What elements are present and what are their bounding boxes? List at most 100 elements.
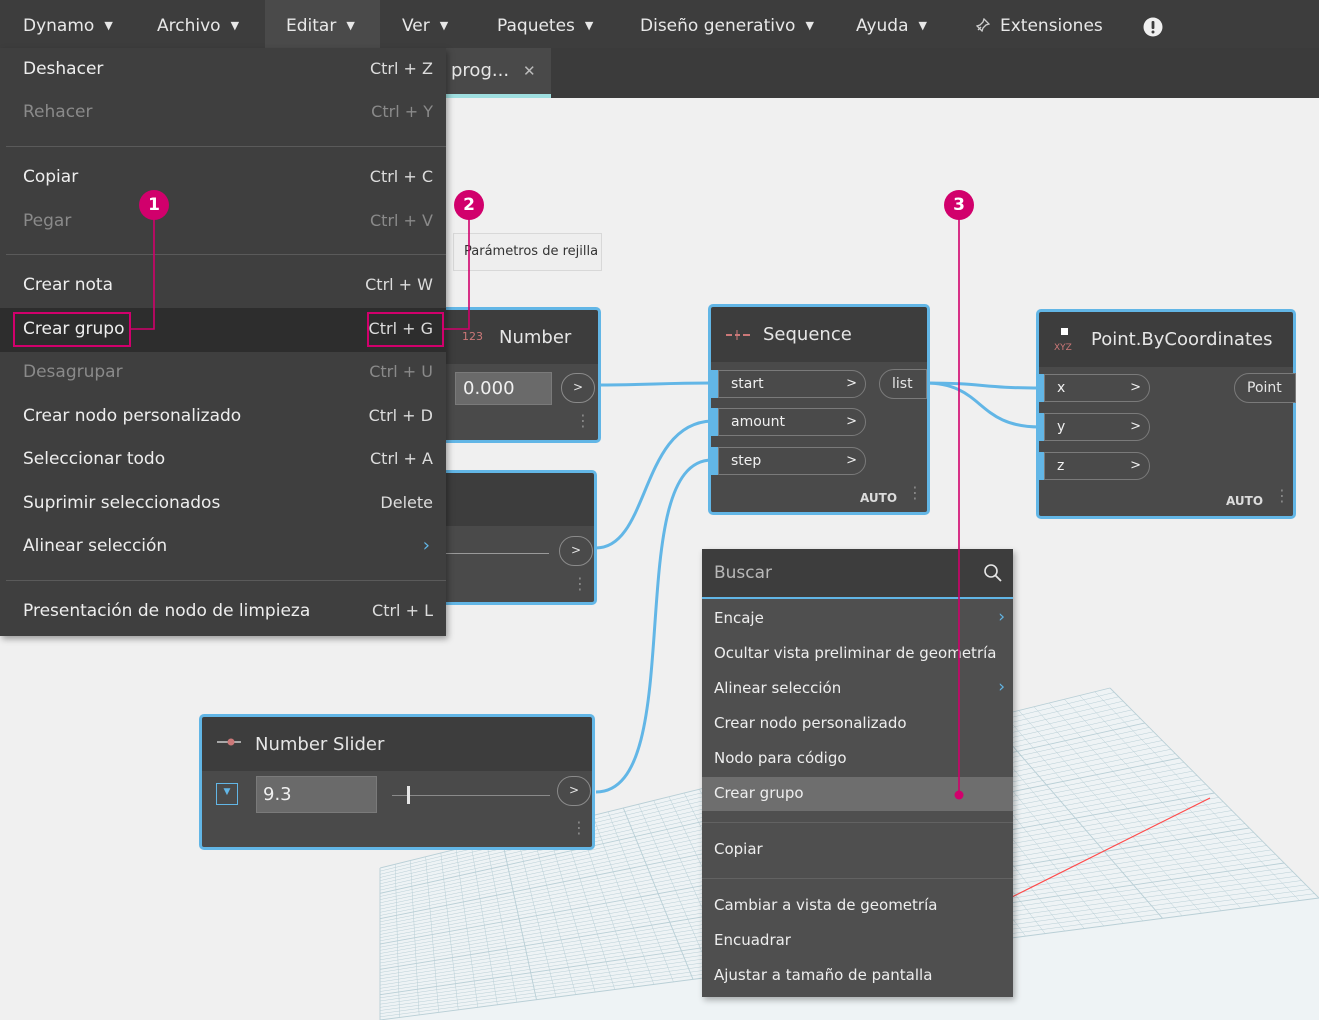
lacing-label: AUTO: [1226, 494, 1264, 508]
slider-value-input[interactable]: 9.3: [256, 776, 377, 813]
number-node[interactable]: 123 Number 0.000 > ⋮: [446, 307, 601, 443]
context-item-label: Ajustar a tamaño de pantalla: [714, 966, 933, 984]
context-item-label: Crear nodo personalizado: [714, 714, 907, 732]
context-item-hide-preview[interactable]: Ocultar vista preliminar de geometría: [702, 637, 1013, 671]
menu-item-create-note[interactable]: Crear nota Ctrl + W: [0, 264, 446, 308]
menu-item-label: Rehacer: [23, 102, 93, 122]
menu-item-paste[interactable]: Pegar Ctrl + V: [0, 200, 446, 244]
port-arrow-icon: >: [846, 414, 857, 429]
menu-editar[interactable]: Editar ▼: [265, 0, 380, 48]
number-input[interactable]: 0.000: [455, 372, 552, 405]
node-header: Sequence: [711, 307, 927, 362]
menu-label: Dynamo: [23, 16, 95, 36]
node-title: Point.ByCoordinates: [1091, 329, 1273, 350]
context-item-label: Alinear selección: [714, 679, 842, 697]
menu-item-label: Seleccionar todo: [23, 449, 166, 469]
port-label: y: [1057, 419, 1066, 435]
menu-item-label: Crear nodo personalizado: [23, 406, 242, 426]
close-icon[interactable]: ✕: [523, 48, 536, 94]
port-arrow-icon: >: [846, 376, 857, 391]
output-port[interactable]: >: [557, 776, 591, 806]
menu-label: Archivo: [157, 16, 221, 36]
expand-toggle-icon[interactable]: ▼: [216, 783, 238, 805]
more-icon[interactable]: ⋮: [571, 820, 587, 836]
menu-extensiones[interactable]: Extensiones: [975, 0, 1103, 48]
menu-label: Ver: [402, 16, 430, 36]
menu-item-copy[interactable]: Copiar Ctrl + C: [0, 156, 446, 200]
context-item-create-custom-node[interactable]: Crear nodo personalizado: [702, 707, 1013, 741]
menu-paquetes[interactable]: Paquetes ▼: [497, 0, 593, 48]
point-icon: [1061, 328, 1068, 335]
menu-dynamo[interactable]: Dynamo ▼: [23, 0, 113, 48]
sequence-node[interactable]: Sequence start > amount > step > list AUTO …: [708, 304, 930, 515]
input-port-step[interactable]: step >: [711, 447, 866, 475]
more-icon[interactable]: ⋮: [1274, 488, 1290, 504]
context-item-label: Cambiar a vista de geometría: [714, 896, 938, 914]
search-icon[interactable]: [983, 563, 1003, 583]
slider-track[interactable]: [392, 795, 550, 796]
output-port-point[interactable]: Point: [1234, 373, 1296, 403]
shortcut-label: Ctrl + W: [365, 275, 433, 294]
node-title: Number: [499, 327, 572, 348]
more-icon[interactable]: ⋮: [907, 485, 923, 501]
input-port-z[interactable]: z >: [1037, 452, 1150, 480]
input-port-amount[interactable]: amount >: [711, 408, 866, 436]
context-search-bar[interactable]: Buscar: [702, 549, 1013, 599]
output-port[interactable]: >: [561, 373, 595, 403]
context-item-geometry-view[interactable]: Cambiar a vista de geometría: [702, 889, 1013, 923]
context-item-label: Ocultar vista preliminar de geometría: [714, 644, 997, 662]
more-icon[interactable]: ⋮: [575, 413, 591, 429]
menu-ver[interactable]: Ver ▼: [402, 0, 448, 48]
shortcut-label: Ctrl + Z: [369, 59, 433, 78]
output-port-list[interactable]: list: [879, 369, 927, 399]
workspace-tab[interactable]: prog... ✕: [444, 48, 551, 98]
menu-divider: [6, 254, 446, 255]
node-header: [446, 473, 594, 526]
context-item-label: Nodo para código: [714, 749, 847, 767]
context-item-create-group[interactable]: Crear grupo: [702, 777, 1013, 811]
input-port-x[interactable]: x >: [1037, 374, 1150, 402]
menu-item-ungroup[interactable]: Desagrupar Ctrl + U: [0, 351, 446, 395]
context-item-lacing[interactable]: Encaje ›: [702, 602, 1013, 636]
exclamation-icon[interactable]: [1143, 17, 1163, 37]
shortcut-label: Ctrl + Y: [371, 102, 433, 121]
menu-item-select-all[interactable]: Seleccionar todo Ctrl + A: [0, 438, 446, 482]
slider-track: [446, 553, 549, 554]
context-item-label: Encuadrar: [714, 931, 791, 949]
port-arrow-icon: >: [1130, 419, 1141, 434]
menu-item-delete-selected[interactable]: Suprimir seleccionados Delete: [0, 482, 446, 526]
menu-item-align-selection[interactable]: Alinear selección ›: [0, 525, 446, 569]
port-label: step: [731, 453, 762, 469]
slider-thumb[interactable]: [407, 786, 410, 804]
menu-item-cleanup-layout[interactable]: Presentación de nodo de limpieza Ctrl + L: [0, 590, 446, 634]
output-port[interactable]: >: [559, 536, 593, 566]
menu-label: Paquetes: [497, 16, 575, 36]
input-port-y[interactable]: y >: [1037, 413, 1150, 441]
menu-archivo[interactable]: Archivo ▼: [157, 0, 239, 48]
context-item-align-selection[interactable]: Alinear selección ›: [702, 672, 1013, 706]
menu-item-label: Deshacer: [23, 59, 104, 79]
input-port-start[interactable]: start >: [711, 370, 866, 398]
context-item-copy[interactable]: Copiar: [702, 833, 1013, 867]
chevron-right-icon: ›: [998, 677, 1005, 697]
menu-item-create-custom-node[interactable]: Crear nodo personalizado Ctrl + D: [0, 395, 446, 439]
menu-item-undo[interactable]: Deshacer Ctrl + Z: [0, 48, 446, 92]
context-item-node-to-code[interactable]: Nodo para código: [702, 742, 1013, 776]
menu-divider: [6, 146, 446, 147]
number-slider-node[interactable]: Number Slider ▼ 9.3 > ⋮: [199, 714, 595, 850]
menu-label: Editar: [286, 16, 337, 36]
port-label: z: [1057, 458, 1065, 474]
callout-2: 2: [454, 190, 484, 220]
slider-icon: [217, 738, 241, 746]
menu-label: Extensiones: [1000, 16, 1103, 36]
menu-item-redo[interactable]: Rehacer Ctrl + Y: [0, 91, 446, 135]
context-item-label: Encaje: [714, 609, 764, 627]
hidden-node[interactable]: > ⋮: [446, 470, 597, 605]
shortcut-label: Ctrl + A: [370, 449, 433, 468]
more-icon[interactable]: ⋮: [572, 576, 588, 592]
context-item-zoom-fit[interactable]: Encuadrar: [702, 924, 1013, 958]
point-by-coordinates-node[interactable]: XYZ Point.ByCoordinates x > y > z > Point A…: [1036, 309, 1296, 519]
menu-diseno-generativo[interactable]: Diseño generativo ▼: [640, 0, 814, 48]
context-item-fit-screen[interactable]: Ajustar a tamaño de pantalla: [702, 959, 1013, 993]
menu-ayuda[interactable]: Ayuda ▼: [856, 0, 927, 48]
